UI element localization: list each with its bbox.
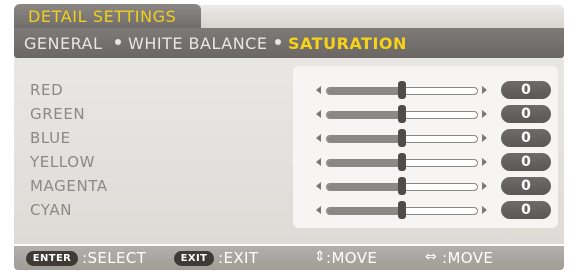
enter-key-action: :SELECT — [82, 249, 147, 267]
up-down-arrows-icon: ⇕ — [314, 249, 326, 265]
arrow-right-icon[interactable] — [482, 134, 487, 142]
slider-fill — [327, 136, 402, 142]
slider-knob[interactable] — [398, 105, 406, 123]
settings-panel: RED 0 GREEN 0 BLUE 0 YELLOW 0 MAGENTA 0 … — [14, 58, 564, 244]
slider-fill — [327, 208, 402, 214]
exit-key-action: :EXIT — [218, 249, 259, 267]
setting-row-yellow[interactable]: YELLOW 0 — [14, 150, 564, 174]
setting-row-cyan[interactable]: CYAN 0 — [14, 198, 564, 222]
key-guide-bar: ENTER :SELECT EXIT :EXIT ⇕ :MOVE ⇔ :MOVE — [14, 246, 564, 270]
left-right-action: :MOVE — [442, 249, 494, 267]
subnav-general[interactable]: GENERAL — [24, 34, 102, 53]
arrow-left-icon[interactable] — [316, 110, 321, 118]
setting-label: CYAN — [30, 201, 73, 219]
arrow-left-icon[interactable] — [316, 134, 321, 142]
menu-title: DETAIL SETTINGS — [28, 7, 177, 26]
tab-strip-background — [189, 5, 564, 28]
subnav-white-balance[interactable]: WHITE BALANCE — [128, 34, 267, 53]
setting-row-blue[interactable]: BLUE 0 — [14, 126, 564, 150]
setting-label: YELLOW — [30, 153, 96, 171]
arrow-right-icon[interactable] — [482, 86, 487, 94]
tab-strip: DETAIL SETTINGS — [14, 4, 564, 29]
slider-knob[interactable] — [398, 177, 406, 195]
slider-fill — [327, 88, 402, 94]
arrow-right-icon[interactable] — [482, 158, 487, 166]
setting-label: MAGENTA — [30, 177, 108, 195]
setting-value: 0 — [501, 177, 551, 195]
subnav-saturation[interactable]: SATURATION — [288, 34, 407, 53]
slider-fill — [327, 112, 402, 118]
slider-knob[interactable] — [398, 129, 406, 147]
exit-key-badge: EXIT — [174, 251, 214, 266]
arrow-left-icon[interactable] — [316, 182, 321, 190]
left-right-arrows-icon: ⇔ — [425, 249, 437, 265]
sub-navigation: GENERAL WHITE BALANCE SATURATION — [14, 28, 564, 58]
arrow-left-icon[interactable] — [316, 206, 321, 214]
setting-row-magenta[interactable]: MAGENTA 0 — [14, 174, 564, 198]
arrow-right-icon[interactable] — [482, 206, 487, 214]
setting-label: GREEN — [30, 105, 86, 123]
setting-value: 0 — [501, 129, 551, 147]
tab-detail-settings[interactable]: DETAIL SETTINGS — [14, 4, 201, 29]
enter-key-badge: ENTER — [26, 251, 78, 266]
setting-row-green[interactable]: GREEN 0 — [14, 102, 564, 126]
arrow-left-icon[interactable] — [316, 86, 321, 94]
up-down-action: :MOVE — [326, 249, 378, 267]
arrow-right-icon[interactable] — [482, 110, 487, 118]
setting-label: RED — [30, 81, 64, 99]
slider-knob[interactable] — [398, 201, 406, 219]
setting-value: 0 — [501, 201, 551, 219]
arrow-right-icon[interactable] — [482, 182, 487, 190]
slider-fill — [327, 184, 402, 190]
slider-knob[interactable] — [398, 153, 406, 171]
setting-row-red[interactable]: RED 0 — [14, 78, 564, 102]
subnav-separator-dot — [115, 39, 121, 45]
setting-value: 0 — [501, 153, 551, 171]
subnav-separator-dot — [275, 39, 281, 45]
setting-label: BLUE — [30, 129, 71, 147]
setting-value: 0 — [501, 105, 551, 123]
setting-value: 0 — [501, 81, 551, 99]
saturation-settings-menu: DETAIL SETTINGS GENERAL WHITE BALANCE SA… — [0, 0, 575, 272]
slider-knob[interactable] — [398, 81, 406, 99]
slider-fill — [327, 160, 402, 166]
arrow-left-icon[interactable] — [316, 158, 321, 166]
